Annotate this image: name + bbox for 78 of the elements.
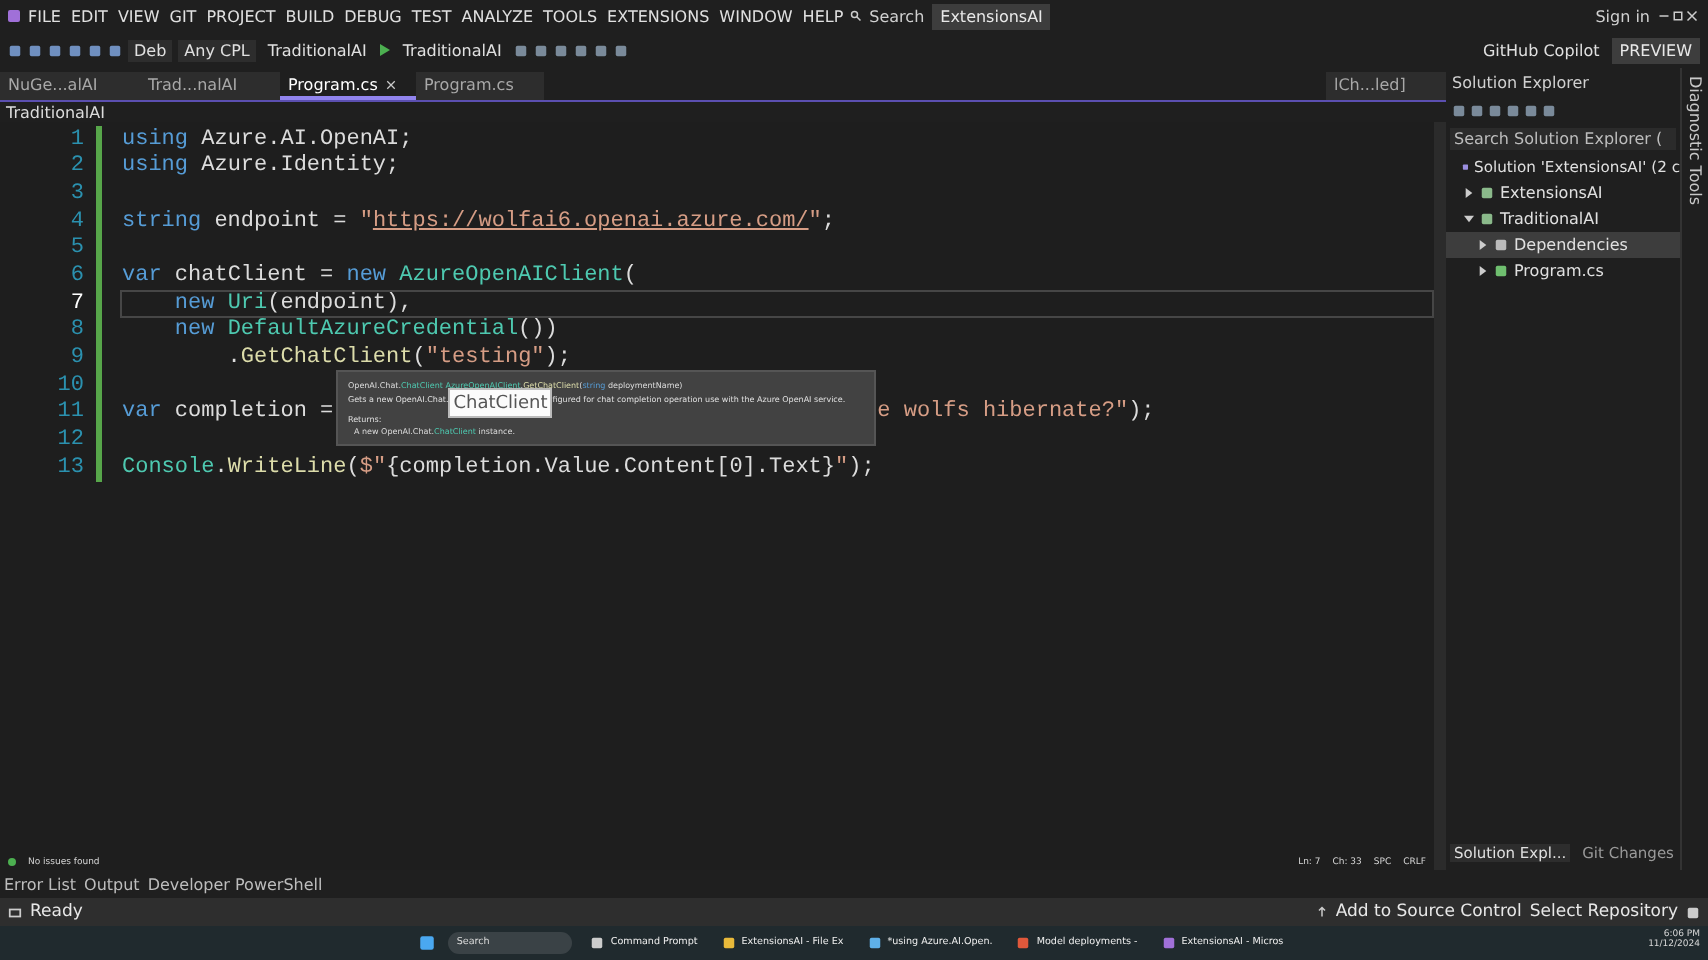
repository-button[interactable]: Select Repository — [1529, 902, 1678, 922]
code-line: var chatClient = new AzureOpenAIClient( — [122, 264, 637, 289]
document-tab[interactable]: lCh...led] — [1326, 72, 1446, 100]
code-line: new Uri(endpoint), — [172, 291, 413, 316]
line-number: 13 — [55, 455, 86, 480]
code-line: string endpoint = "https://wolfai6.openai.azure.com/"; — [122, 209, 835, 234]
line-number: 9 — [68, 346, 86, 371]
menu-item[interactable]: BUILD — [281, 7, 339, 25]
code-line: .GetChatClient("testing"); — [225, 346, 571, 371]
project-dropdown[interactable]: TraditionalAI — [0, 100, 1446, 122]
tool-tab[interactable]: Error List — [4, 875, 77, 893]
line-number: 12 — [55, 428, 86, 453]
startup-project-dropdown[interactable]: TraditionalAI — [261, 39, 373, 61]
document-tab[interactable]: NuGe...alAI — [0, 72, 140, 100]
minimize-icon[interactable] — [1658, 10, 1670, 22]
search-field[interactable]: Search Solution Explorer ( — [1450, 128, 1676, 150]
caret-icon[interactable] — [1464, 214, 1474, 224]
menu-item[interactable]: GIT — [165, 7, 201, 25]
code-fragment: e wolfs hibernate?"); — [877, 400, 1155, 425]
tree-item[interactable]: Dependencies — [1446, 232, 1680, 258]
search-button[interactable]: Search — [863, 7, 931, 25]
maximize-icon[interactable] — [1672, 10, 1684, 22]
menu-item[interactable]: VIEW — [113, 7, 164, 25]
line-number: 5 — [68, 236, 86, 261]
menu-item[interactable]: FILE — [24, 7, 65, 25]
message-icon — [8, 905, 22, 919]
menu-item[interactable]: HELP — [798, 7, 848, 25]
platform-dropdown[interactable]: Any CPL — [178, 39, 256, 61]
panel-title: Solution Explorer — [1450, 71, 1591, 96]
line-number: 7 — [68, 291, 86, 316]
play-icon[interactable] — [378, 44, 391, 56]
menu-item[interactable]: DEBUG — [340, 7, 406, 25]
search-icon[interactable] — [849, 10, 862, 22]
tool-tab[interactable]: Developer PowerShell — [147, 875, 323, 893]
line-number: 10 — [55, 373, 86, 398]
caret-icon[interactable] — [1464, 188, 1474, 198]
source-control-button[interactable]: Add to Source Control — [1335, 902, 1522, 922]
code-line: new DefaultAzureCredential()) — [172, 318, 558, 343]
line-number: 3 — [68, 182, 86, 207]
status-dot-icon — [8, 858, 16, 866]
menu-item[interactable]: TOOLS — [539, 7, 602, 25]
line-number: 8 — [68, 318, 86, 343]
diagnostic-tools-tab[interactable]: Diagnostic Tools — [1686, 76, 1704, 870]
menu-item[interactable]: EDIT — [66, 7, 112, 25]
tool-tab[interactable]: Output — [84, 875, 140, 893]
document-tab[interactable]: Program.cs — [280, 72, 416, 100]
code-line: using Azure.AI.OpenAI; — [122, 127, 413, 152]
tree-item[interactable]: Program.cs — [1446, 258, 1680, 284]
close-icon[interactable] — [1686, 10, 1698, 22]
hover-label: ChatClient — [448, 388, 553, 418]
caret-icon[interactable] — [1478, 240, 1488, 250]
preview-button[interactable]: PREVIEW — [1611, 37, 1700, 63]
line-number: 6 — [68, 264, 86, 289]
document-tab[interactable]: Program.cs — [416, 72, 544, 100]
menu-item[interactable]: EXTENSIONS — [603, 7, 714, 25]
line-number: 11 — [55, 400, 86, 425]
code-line: Console.WriteLine($"{completion.Value.Content[0].Text}"); — [122, 455, 875, 480]
solution-name: ExtensionsAI — [932, 3, 1051, 29]
arrow-up-icon[interactable] — [1315, 906, 1328, 918]
status-text: Ready — [30, 902, 83, 922]
document-tab[interactable]: Trad...nalAI — [140, 72, 280, 100]
configuration-dropdown[interactable]: Deb — [128, 39, 173, 61]
caret-icon[interactable] — [1478, 266, 1488, 276]
line-number: 1 — [68, 127, 86, 152]
tree-item[interactable]: TraditionalAI — [1446, 206, 1680, 232]
menu-item[interactable]: ANALYZE — [457, 7, 538, 25]
menu-item[interactable]: WINDOW — [715, 7, 797, 25]
line-number: 4 — [68, 209, 86, 234]
copilot-button[interactable]: GitHub Copilot — [1476, 39, 1606, 61]
menu-item[interactable]: TEST — [407, 7, 456, 25]
line-number: 2 — [68, 154, 86, 179]
code-line: var completion = — [122, 400, 334, 425]
tree-item[interactable]: ExtensionsAI — [1446, 180, 1680, 206]
sign-in-link[interactable]: Sign in — [1589, 7, 1656, 25]
code-line: using Azure.Identity; — [122, 154, 400, 179]
menu-item[interactable]: PROJECT — [202, 7, 280, 25]
run-button[interactable]: TraditionalAI — [396, 39, 508, 61]
close-icon[interactable] — [385, 79, 396, 89]
